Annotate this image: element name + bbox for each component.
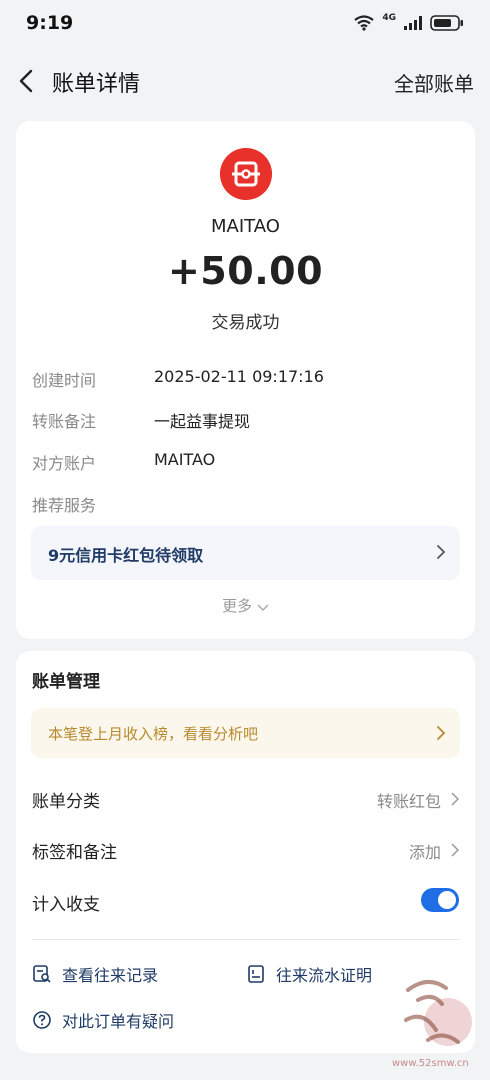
more-toggle[interactable]: 更多 [16,595,475,616]
chevron-right-icon [437,545,446,559]
more-label: 更多 [222,597,253,615]
order-question-link[interactable]: 对此订单有疑问 [32,1008,174,1032]
merchant-logo-icon [220,148,272,200]
detail-value: 一起益事提现 [154,412,251,431]
status-icons: 4G [354,13,464,31]
detail-key: 创建时间 [32,371,97,390]
detail-key: 对方账户 [32,454,97,473]
tags-notes-label: 标签和备注 [32,843,117,863]
watermark-seal-icon [404,980,472,1046]
nav-bar: 账单详情 全部账单 [0,56,490,106]
income-ranking-tip[interactable]: 本笔登上月收入榜，看看分析吧 [31,708,460,758]
count-in-budget-label: 计入收支 [32,895,100,915]
section-title: 账单管理 [32,672,100,692]
order-question-label: 对此订单有疑问 [62,1012,175,1031]
bill-category-label: 账单分类 [32,792,100,812]
promo-text: 9元信用卡红包待领取 [48,546,204,565]
wifi-icon [354,15,375,31]
bill-category-row[interactable]: 账单分类 转账红包 [32,783,459,813]
tags-notes-value: 添加 [408,843,441,862]
question-icon [33,1011,51,1029]
detail-value: MAITAO [154,450,216,469]
detail-key: 转账备注 [32,412,97,431]
watermark-site: www.52smw.cn [392,1058,469,1069]
document-icon [248,965,264,983]
chevron-right-icon [451,843,459,857]
chevron-right-icon [437,726,446,740]
all-bills-link[interactable]: 全部账单 [394,68,474,97]
transaction-amount: +50.00 [167,249,324,293]
view-history-label: 查看往来记录 [62,966,159,985]
back-icon[interactable] [16,68,38,94]
divider [32,939,459,940]
detail-value: 2025-02-11 09:17:16 [154,367,324,386]
tip-text: 本笔登上月收入榜，看看分析吧 [48,725,259,743]
status-bar: 9:19 4G [0,0,490,46]
view-history-link[interactable]: 查看往来记录 [32,962,158,986]
network-type-label: 4G [382,13,396,23]
chevron-down-icon [257,603,269,611]
bill-category-value: 转账红包 [376,792,441,811]
signal-icon [404,16,422,30]
battery-icon [430,15,463,31]
bill-summary-card: MAITAO +50.00 交易成功 创建时间 2025-02-11 09:17… [16,121,475,639]
page-title: 账单详情 [52,72,141,97]
statement-proof-label: 往来流水证明 [276,966,373,985]
count-in-budget-toggle[interactable] [421,888,459,912]
merchant-name: MAITAO [211,216,280,237]
record-search-icon [33,965,51,983]
count-in-budget-row: 计入收支 [32,886,459,916]
statement-proof-link[interactable]: 往来流水证明 [246,962,372,986]
status-time: 9:19 [26,12,74,34]
transaction-status: 交易成功 [211,313,280,333]
toggle-knob [438,891,456,909]
detail-key: 推荐服务 [32,496,97,515]
chevron-right-icon [451,792,459,806]
credit-card-promo-banner[interactable]: 9元信用卡红包待领取 [31,526,460,580]
tags-notes-row[interactable]: 标签和备注 添加 [32,834,459,864]
